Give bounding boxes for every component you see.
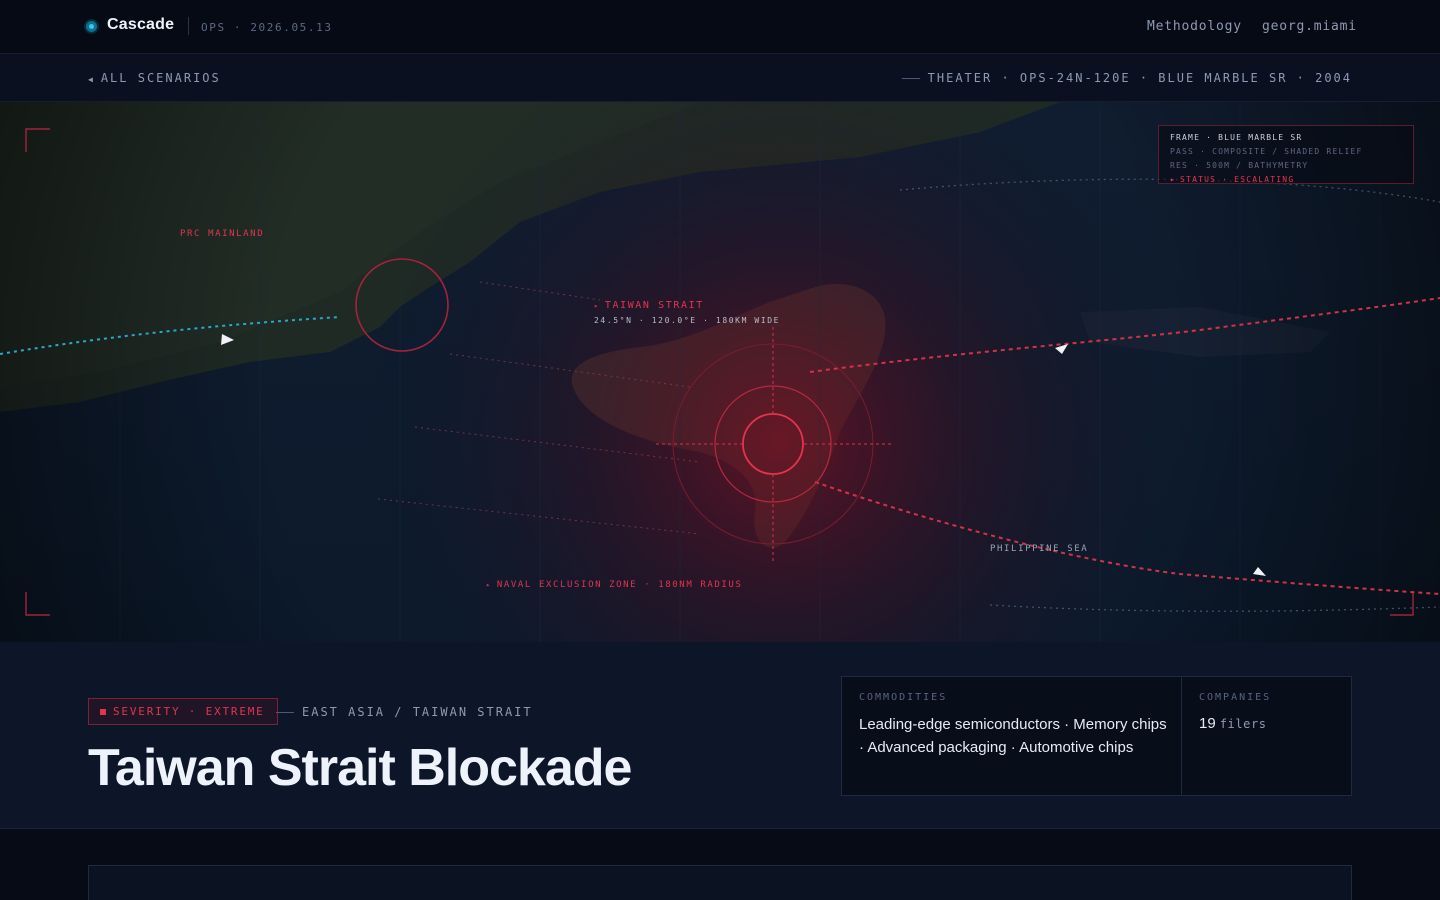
brand-name[interactable]: Cascade xyxy=(107,16,174,34)
strait-coordinates: 24.5°N · 120.0°E · 180KM WIDE xyxy=(594,316,781,325)
brand-logo-icon xyxy=(86,21,97,32)
severity-square-icon xyxy=(100,708,106,715)
nav-methodology-link[interactable]: Methodology xyxy=(1147,19,1242,34)
scenario-info-card: COMMODITIES Leading-edge semiconductors … xyxy=(841,676,1352,796)
marker-arrow-icon: ▸ xyxy=(594,302,600,310)
sea-label: PHILIPPINE SEA xyxy=(990,544,1089,554)
commodities-caption: COMMODITIES xyxy=(859,692,948,703)
frame-line: FRAME · BLUE MARBLE SR xyxy=(1170,133,1303,142)
severity-text: SEVERITY · EXTREME xyxy=(113,705,265,718)
region-text: EAST ASIA / TAIWAN STRAIT xyxy=(302,705,533,719)
companies-count-link[interactable]: 19 filers xyxy=(1199,715,1267,732)
region-rule xyxy=(276,711,294,713)
status-line: ▸ STATUS · ESCALATING xyxy=(1170,175,1294,184)
res-line: RES · 500M / BATHYMETRY xyxy=(1170,161,1309,170)
scenario-summary: SEVERITY · EXTREME EAST ASIA / TAIWAN ST… xyxy=(0,642,1440,829)
exclusion-zone-text: NAVAL EXCLUSION ZONE · 180NM RADIUS xyxy=(496,580,743,590)
strait-label: ▸ TAIWAN STRAIT xyxy=(594,300,704,311)
theater-label: THEATER · OPS-24N-120E · BLUE MARBLE SR … xyxy=(927,71,1352,85)
nav-user-link[interactable]: georg.miami xyxy=(1262,19,1357,34)
region-breadcrumb: EAST ASIA / TAIWAN STRAIT xyxy=(276,705,533,719)
frame-info-panel: FRAME · BLUE MARBLE SR PASS · COMPOSITE … xyxy=(1158,125,1414,184)
status-text: STATUS · ESCALATING xyxy=(1180,175,1295,184)
mainland-label: PRC MAINLAND xyxy=(180,229,265,239)
marker-arrow-icon: ▸ xyxy=(486,581,492,589)
ops-date: OPS · 2026.05.13 xyxy=(201,21,333,34)
companies-unit: filers xyxy=(1219,717,1267,731)
brand-divider xyxy=(188,17,189,35)
commodities-list: Leading-edge semiconductors · Memory chi… xyxy=(859,716,1167,756)
info-divider xyxy=(1181,677,1182,795)
severity-badge: SEVERITY · EXTREME xyxy=(88,698,278,725)
back-arrow-icon: ◀ xyxy=(88,75,95,84)
strait-label-text: TAIWAN STRAIT xyxy=(604,300,704,311)
back-to-scenarios-link[interactable]: ◀ ALL SCENARIOS xyxy=(88,71,221,85)
detail-panel xyxy=(88,865,1352,900)
companies-count: 19 xyxy=(1199,715,1216,732)
top-bar: Cascade OPS · 2026.05.13 Methodology geo… xyxy=(0,0,1440,54)
exclusion-zone-label: ▸ NAVAL EXCLUSION ZONE · 180NM RADIUS xyxy=(486,580,742,590)
back-label: ALL SCENARIOS xyxy=(100,71,221,85)
theater-descriptor: THEATER · OPS-24N-120E · BLUE MARBLE SR … xyxy=(901,71,1352,85)
map-view[interactable]: PRC MAINLAND ▸ TAIWAN STRAIT 24.5°N · 120… xyxy=(0,102,1440,642)
scenario-title: Taiwan Strait Blockade xyxy=(88,739,632,797)
sub-bar: ◀ ALL SCENARIOS THEATER · OPS-24N-120E · … xyxy=(0,54,1440,102)
theater-rule xyxy=(901,77,920,79)
pass-line: PASS · COMPOSITE / SHADED RELIEF xyxy=(1170,147,1363,156)
companies-caption: COMPANIES xyxy=(1199,692,1272,703)
status-dot-icon: ▸ xyxy=(1170,175,1177,184)
